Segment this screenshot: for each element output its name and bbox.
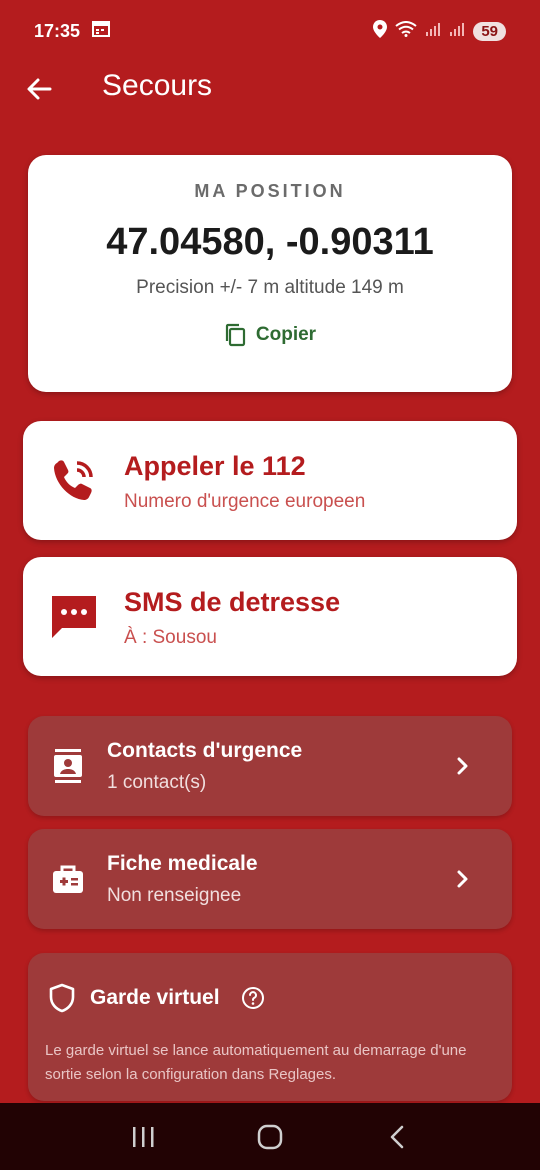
virtual-guard-title: Garde virtuel	[90, 986, 220, 1009]
location-icon	[373, 19, 388, 43]
app-bar: Secours	[0, 62, 540, 114]
wifi-icon	[395, 20, 417, 42]
position-coordinates: 47.04580, -0.90311	[106, 221, 434, 263]
home-button[interactable]	[250, 1117, 290, 1157]
position-label: MA POSITION	[194, 181, 346, 201]
status-bar: 17:35 59	[0, 0, 540, 62]
recent-apps-icon	[133, 1126, 154, 1147]
signal-icon-2	[449, 21, 465, 42]
help-circle-icon[interactable]	[241, 986, 265, 1010]
chevron-right-icon	[457, 757, 468, 775]
arrow-left-icon	[27, 78, 52, 100]
contact-card-icon	[50, 746, 86, 786]
sms-title: SMS de detresse	[124, 587, 341, 617]
battery-indicator: 59	[473, 21, 506, 41]
position-precision: Precision +/- 7 m altitude 149 m	[136, 277, 404, 298]
system-back-button[interactable]	[377, 1117, 417, 1157]
copy-label: Copier	[255, 324, 317, 345]
copy-button[interactable]: Copier	[28, 323, 512, 347]
sms-distress-button[interactable]: SMS de detresse À : Sousou	[23, 557, 517, 676]
signal-icon	[425, 21, 441, 42]
emergency-contacts-item[interactable]: Contacts d'urgence 1 contact(s)	[28, 716, 512, 816]
sms-icon	[49, 591, 99, 641]
status-time: 17:35	[34, 20, 81, 41]
page-title: Secours	[102, 69, 213, 102]
sms-subtitle: À : Sousou	[124, 627, 217, 648]
system-navigation-bar	[0, 1103, 540, 1170]
chevron-right-icon	[457, 870, 468, 888]
calendar-icon	[92, 20, 111, 43]
recent-apps-button[interactable]	[123, 1117, 163, 1157]
contacts-title: Contacts d'urgence	[107, 739, 303, 762]
virtual-guard-description: Le garde virtuel se lance automatiquemen…	[45, 1042, 467, 1083]
contacts-subtitle: 1 contact(s)	[107, 772, 207, 793]
phone-ringing-icon	[49, 455, 99, 505]
call-112-button[interactable]: Appeler le 112 Numero d'urgence europeen	[23, 421, 517, 540]
call-title: Appeler le 112	[124, 451, 306, 481]
shield-icon	[49, 983, 75, 1013]
virtual-guard-card: Garde virtuel Le garde virtuel se lance …	[28, 953, 512, 1101]
back-button[interactable]	[22, 72, 56, 106]
medical-sheet-item[interactable]: Fiche medicale Non renseignee	[28, 829, 512, 929]
medical-subtitle: Non renseignee	[107, 885, 242, 906]
chevron-left-icon	[390, 1125, 403, 1148]
medical-title: Fiche medicale	[107, 852, 258, 875]
medical-kit-icon	[50, 859, 86, 899]
call-subtitle: Numero d'urgence europeen	[124, 491, 366, 512]
copy-icon	[225, 323, 246, 347]
position-card: MA POSITION 47.04580, -0.90311 Precision…	[28, 155, 512, 392]
home-icon	[257, 1124, 283, 1149]
